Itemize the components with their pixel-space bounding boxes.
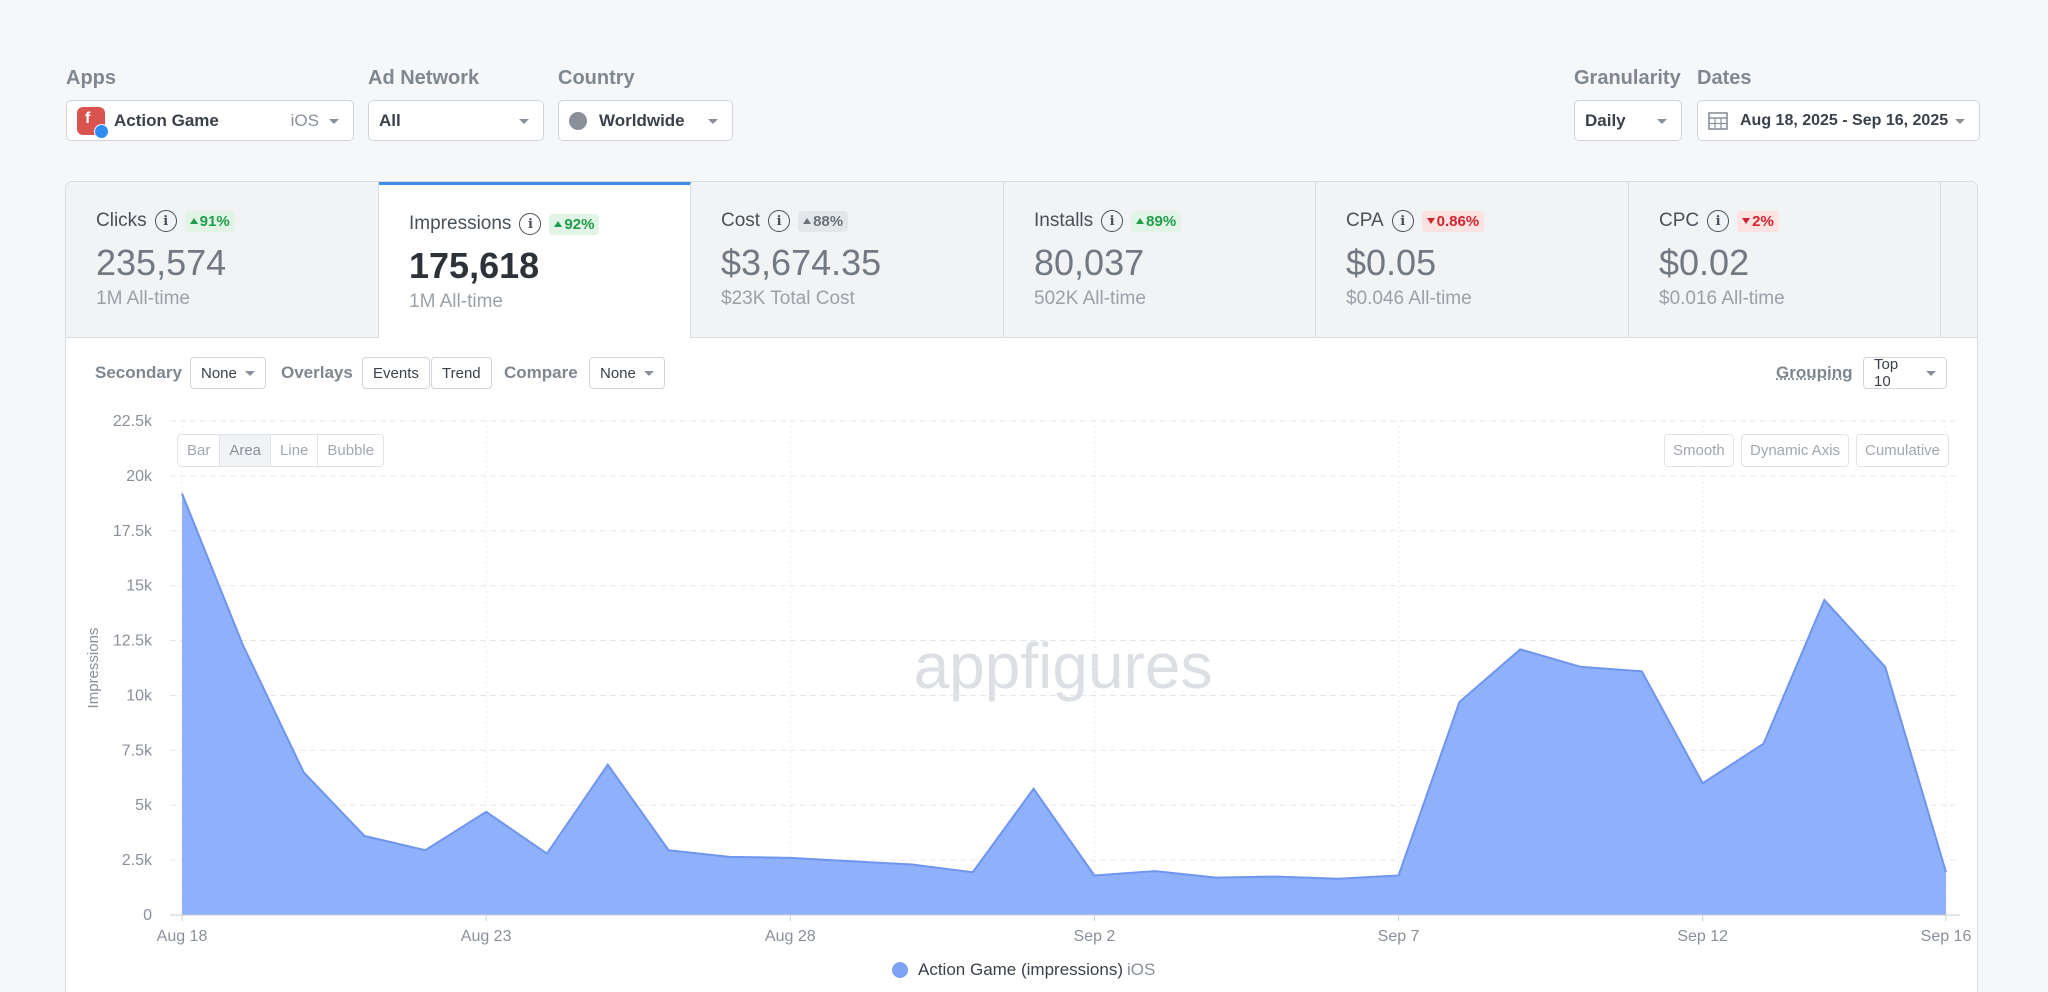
y-tick-label: 5k xyxy=(135,797,153,814)
chart-legend[interactable]: Action Game (impressions) iOS xyxy=(892,960,1155,980)
x-tick-label: Sep 12 xyxy=(1677,928,1728,945)
legend-swatch xyxy=(892,962,908,978)
x-tick-label: Aug 28 xyxy=(765,928,816,945)
impressions-chart: appfigures 02.5k5k7.5k10k12.5k15k17.5k20… xyxy=(85,413,1972,945)
chart-type-area[interactable]: Area xyxy=(220,435,272,466)
series-area xyxy=(181,493,1947,915)
x-tick-label: Aug 23 xyxy=(461,928,512,945)
chart-type-bar[interactable]: Bar xyxy=(178,435,221,466)
y-axis-label: Impressions xyxy=(85,628,102,709)
series-area-fill xyxy=(182,493,1946,915)
cumulative-toggle[interactable]: Cumulative xyxy=(1856,434,1950,467)
y-tick-label: 12.5k xyxy=(113,633,153,650)
y-tick-label: 7.5k xyxy=(122,742,153,759)
legend-series-name: Action Game (impressions) xyxy=(918,960,1124,979)
y-tick-label: 20k xyxy=(126,468,153,485)
y-tick-label: 10k xyxy=(126,687,153,704)
legend-series-tag: iOS xyxy=(1127,960,1156,979)
chart-type-line[interactable]: Line xyxy=(271,435,319,466)
y-tick-label: 17.5k xyxy=(113,523,153,540)
y-tick-label: 2.5k xyxy=(122,852,153,869)
y-tick-label: 0 xyxy=(143,907,152,924)
cumulative-label: Cumulative xyxy=(1865,442,1941,459)
smooth-toggle[interactable]: Smooth xyxy=(1664,434,1734,467)
x-tick-label: Sep 7 xyxy=(1378,928,1420,945)
x-tick-label: Sep 2 xyxy=(1074,928,1116,945)
chart-type-switch: Bar Area Line Bubble xyxy=(177,434,385,467)
smooth-label: Smooth xyxy=(1673,442,1725,459)
dynamic-axis-toggle[interactable]: Dynamic Axis xyxy=(1741,434,1850,467)
y-tick-label: 15k xyxy=(126,578,153,595)
chart-type-bubble[interactable]: Bubble xyxy=(318,435,383,466)
dynamic-axis-label: Dynamic Axis xyxy=(1750,442,1841,459)
x-tick-label: Sep 16 xyxy=(1921,928,1972,945)
y-tick-label: 22.5k xyxy=(113,413,153,430)
x-tick-label: Aug 18 xyxy=(157,928,208,945)
